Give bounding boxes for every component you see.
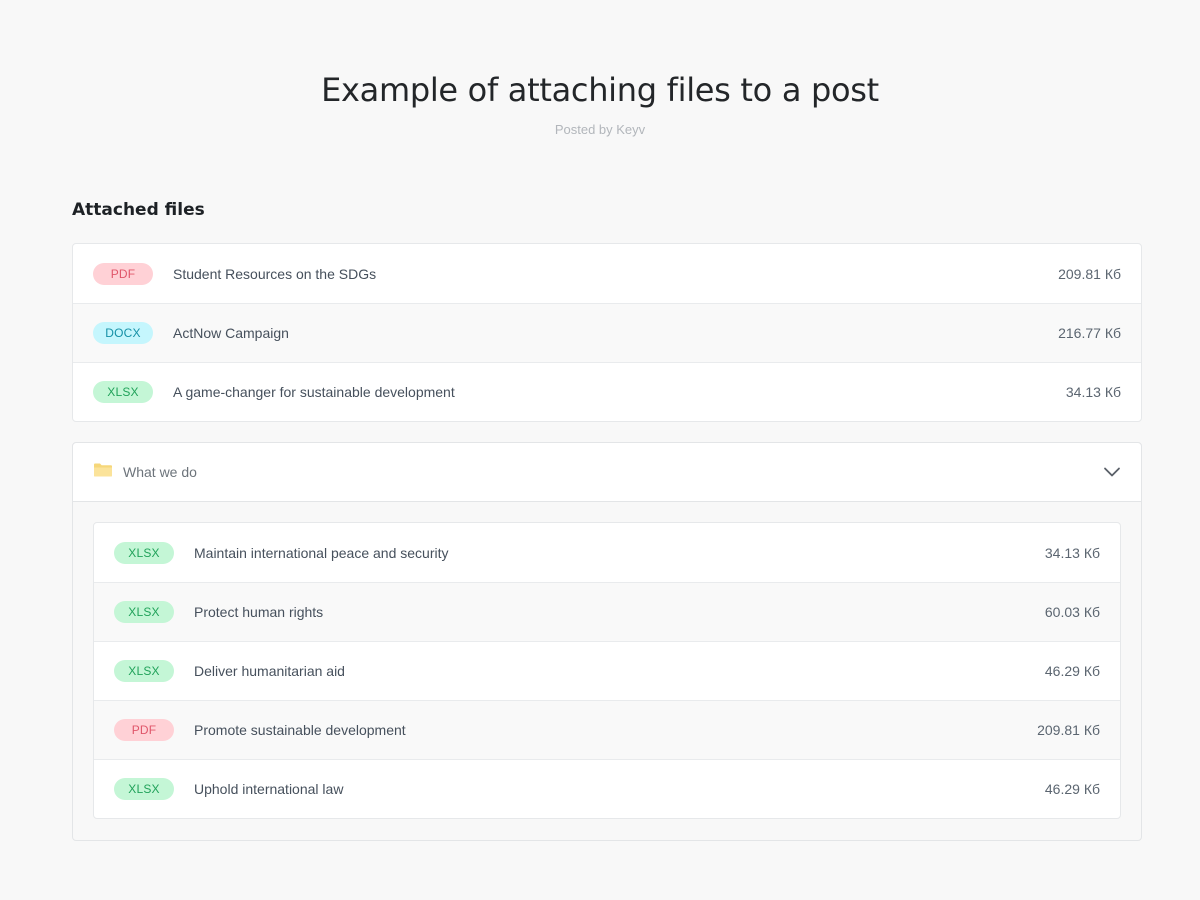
- folder-files-list: XLSX Maintain international peace and se…: [93, 522, 1121, 819]
- attached-files-heading: Attached files: [72, 200, 205, 220]
- file-name-link[interactable]: ActNow Campaign: [173, 325, 1058, 341]
- file-size: 34.13 Кб: [1044, 544, 1100, 561]
- folder-toggle[interactable]: What we do: [73, 443, 1141, 502]
- folder-name: What we do: [123, 464, 197, 480]
- folder-icon: [93, 462, 113, 478]
- file-row[interactable]: XLSX Deliver humanitarian aid 46.29 Кб: [94, 641, 1120, 700]
- file-name-link[interactable]: Maintain international peace and securit…: [194, 545, 1045, 561]
- file-row[interactable]: XLSX Maintain international peace and se…: [94, 523, 1120, 582]
- file-type-badge: PDF: [114, 719, 174, 741]
- file-size: 34.13 Кб: [1065, 384, 1121, 400]
- chevron-down-icon[interactable]: [1103, 463, 1121, 481]
- file-type-badge: DOCX: [93, 322, 153, 344]
- file-size: 46.29 Кб: [1044, 781, 1100, 797]
- file-size: 209.81 Кб: [1058, 265, 1121, 282]
- file-size: 209.81 Кб: [1037, 722, 1100, 738]
- file-type-badge: XLSX: [114, 601, 174, 623]
- file-type-badge: XLSX: [114, 541, 174, 564]
- file-type-badge: XLSX: [93, 381, 153, 403]
- attached-files-list: PDF Student Resources on the SDGs 209.81…: [72, 243, 1142, 422]
- file-row[interactable]: XLSX Uphold international law 46.29 Кб: [94, 759, 1120, 818]
- post-author: Posted by Keyv: [554, 122, 646, 137]
- file-row[interactable]: PDF Promote sustainable development 209.…: [94, 700, 1120, 759]
- post-page: Example of attaching files to a post Pos…: [0, 0, 1200, 900]
- file-name-link[interactable]: Uphold international law: [194, 781, 1045, 797]
- file-row[interactable]: PDF Student Resources on the SDGs 209.81…: [73, 244, 1141, 303]
- file-name-link[interactable]: Promote sustainable development: [194, 722, 1037, 738]
- file-size: 60.03 Кб: [1044, 604, 1100, 620]
- file-type-badge: XLSX: [114, 660, 174, 682]
- file-size: 216.77 Кб: [1058, 325, 1121, 341]
- file-row[interactable]: XLSX A game-changer for sustainable deve…: [73, 362, 1141, 421]
- file-name-link[interactable]: Protect human rights: [194, 604, 1045, 620]
- file-type-badge: PDF: [93, 262, 153, 285]
- file-name-link[interactable]: Deliver humanitarian aid: [194, 663, 1045, 679]
- file-size: 46.29 Кб: [1044, 663, 1100, 679]
- file-row[interactable]: DOCX ActNow Campaign 216.77 Кб: [73, 303, 1141, 362]
- folder-group: What we do XLSX Maintain international p…: [72, 442, 1142, 841]
- file-name-link[interactable]: A game-changer for sustainable developme…: [173, 384, 1066, 400]
- file-name-link[interactable]: Student Resources on the SDGs: [173, 266, 1058, 282]
- file-row[interactable]: XLSX Protect human rights 60.03 Кб: [94, 582, 1120, 641]
- post-title: Example of attaching files to a post: [321, 71, 879, 109]
- file-type-badge: XLSX: [114, 778, 174, 800]
